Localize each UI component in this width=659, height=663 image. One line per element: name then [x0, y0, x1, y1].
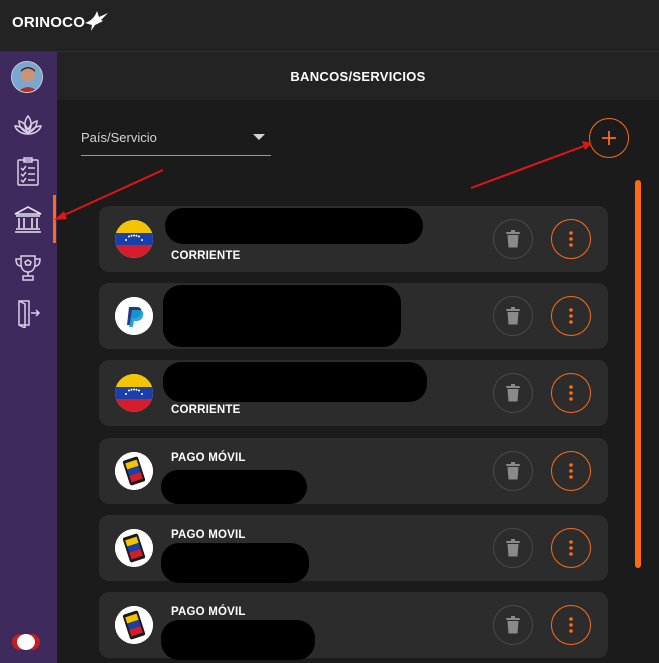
redacted-area [165, 208, 423, 244]
more-vertical-icon [569, 308, 573, 324]
more-options-button[interactable] [551, 451, 591, 491]
delete-button[interactable] [493, 219, 533, 259]
plus-icon [602, 131, 616, 145]
venezuela-flag-icon [115, 220, 153, 258]
logout-icon [18, 300, 41, 328]
sidebar-item-logout[interactable] [12, 297, 44, 329]
more-vertical-icon [569, 463, 573, 479]
more-options-button[interactable] [551, 219, 591, 259]
redacted-area [161, 470, 307, 504]
active-indicator [53, 195, 56, 243]
more-vertical-icon [569, 385, 573, 401]
account-card[interactable]: CORRIENTE [99, 360, 608, 426]
paypal-icon [115, 297, 153, 335]
avatar[interactable] [11, 61, 43, 93]
more-vertical-icon [569, 540, 573, 556]
account-subtitle: CORRIENTE [171, 250, 241, 262]
sidebar-item-home[interactable] [12, 110, 44, 142]
hummingbird-icon [85, 10, 109, 31]
account-card[interactable] [99, 283, 608, 349]
redacted-area [161, 543, 309, 583]
trash-icon [506, 307, 520, 325]
select-label: País/Servicio [81, 130, 157, 145]
redacted-area [161, 620, 315, 660]
theme-toggle[interactable] [10, 632, 42, 652]
mobile-payment-icon [115, 452, 153, 490]
venezuela-flag-icon [115, 374, 153, 412]
trash-icon [506, 539, 520, 557]
delete-button[interactable] [493, 296, 533, 336]
redacted-area [163, 362, 427, 402]
account-subtitle: CORRIENTE [171, 404, 241, 416]
account-title: PAGO MÓVIL [171, 452, 246, 464]
page-title: BANCOS/SERVICIOS [290, 68, 426, 84]
lotus-icon [14, 114, 42, 135]
account-card[interactable]: PAGO MOVIL [99, 515, 608, 583]
annotation-arrow-right [470, 141, 592, 189]
sidebar-item-banks[interactable] [12, 203, 44, 235]
more-vertical-icon [569, 617, 573, 633]
sidebar [0, 52, 57, 663]
sidebar-item-rewards[interactable] [12, 252, 44, 284]
app-logo[interactable]: ORINOCO [12, 10, 109, 31]
delete-button[interactable] [493, 373, 533, 413]
top-bar: ORINOCO [0, 0, 659, 52]
bank-icon [14, 206, 42, 233]
app-window: ORINOCO BANCOS/SERVICIOS País/Servicio C… [0, 0, 659, 663]
trash-icon [506, 384, 520, 402]
caret-down-icon [253, 134, 265, 140]
delete-button[interactable] [493, 451, 533, 491]
trash-icon [506, 462, 520, 480]
scrollbar[interactable] [635, 180, 641, 568]
account-card[interactable]: CORRIENTE [99, 206, 608, 272]
more-vertical-icon [569, 231, 573, 247]
delete-button[interactable] [493, 528, 533, 568]
logo-text: ORINOCO [12, 14, 86, 31]
mobile-payment-icon [115, 529, 153, 567]
page-header: BANCOS/SERVICIOS [57, 52, 659, 100]
more-options-button[interactable] [551, 373, 591, 413]
account-title: PAGO MOVIL [171, 529, 246, 541]
redacted-area [163, 285, 401, 347]
more-options-button[interactable] [551, 605, 591, 645]
trash-icon [506, 616, 520, 634]
country-service-select[interactable]: País/Servicio [81, 122, 271, 156]
toggle-icon [12, 634, 40, 650]
mobile-payment-icon [115, 606, 153, 644]
trash-icon [506, 230, 520, 248]
trophy-icon [15, 255, 41, 281]
more-options-button[interactable] [551, 528, 591, 568]
add-account-button[interactable] [589, 118, 629, 158]
account-card[interactable]: PAGO MÓVIL [99, 438, 608, 504]
more-options-button[interactable] [551, 296, 591, 336]
account-title: PAGO MÓVIL [171, 606, 246, 618]
delete-button[interactable] [493, 605, 533, 645]
sidebar-item-tasks[interactable] [12, 156, 44, 188]
checklist-icon [17, 157, 39, 186]
account-card[interactable]: PAGO MÓVIL [99, 592, 608, 660]
